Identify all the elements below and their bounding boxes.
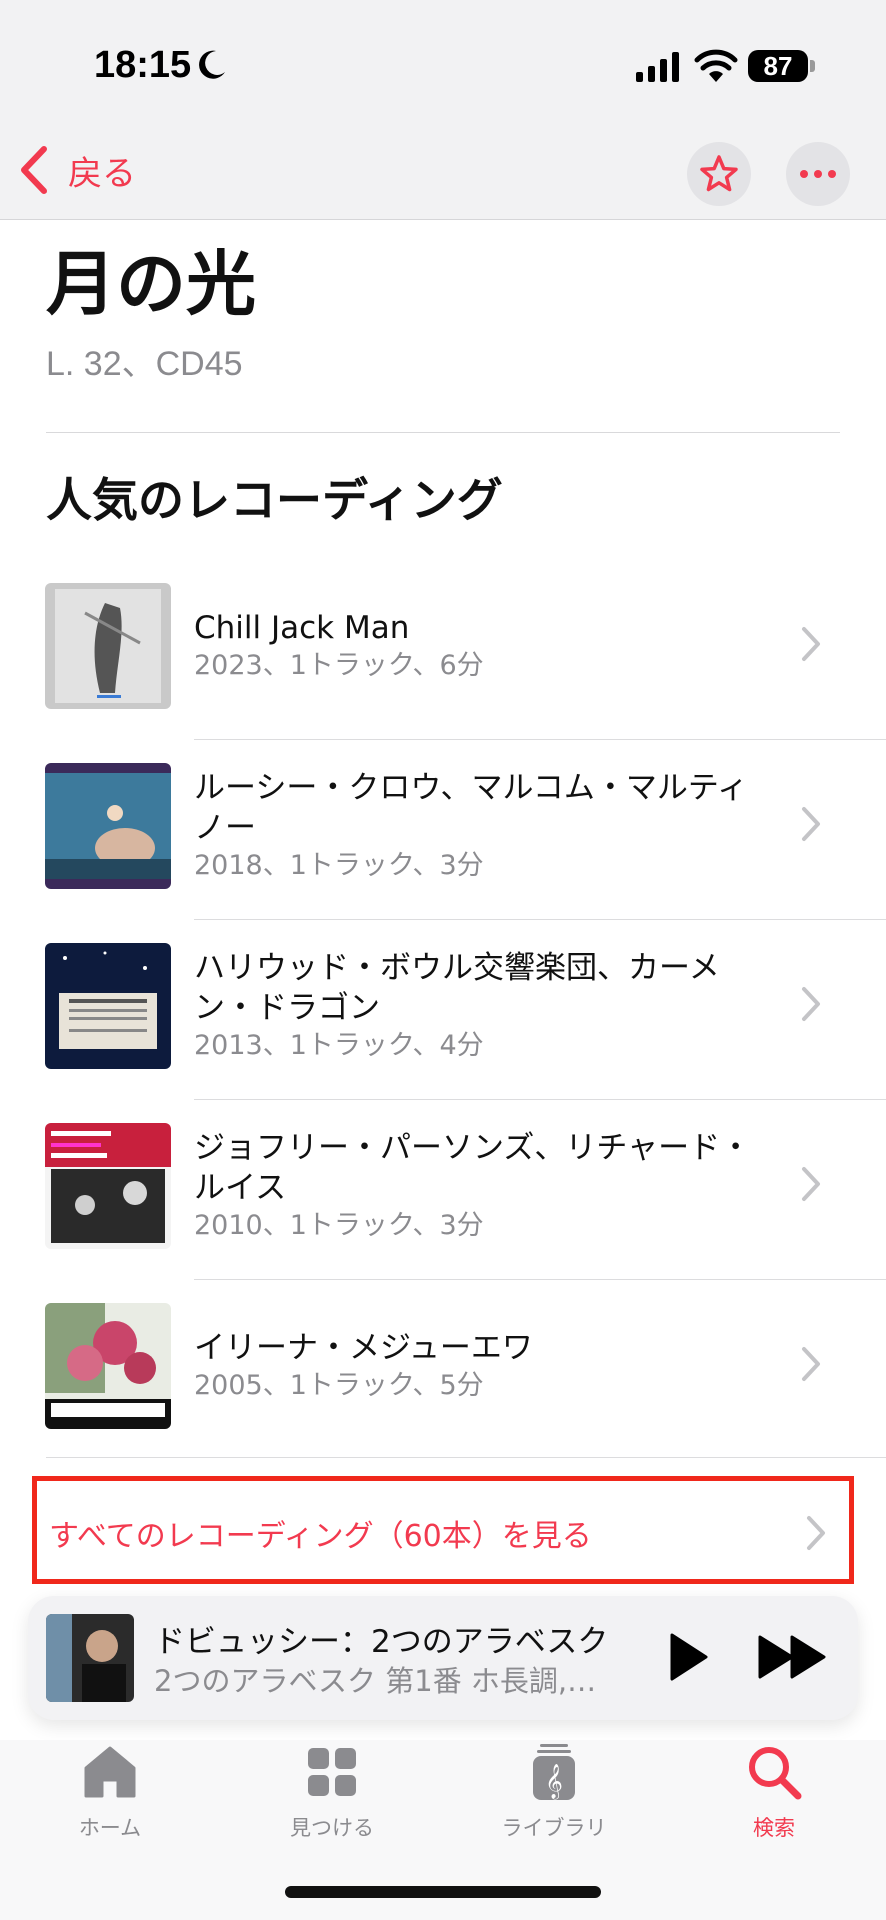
recording-meta: 2005、1トラック、5分: [194, 1370, 484, 1401]
back-label: 戻る: [68, 153, 136, 194]
play-icon[interactable]: [668, 1632, 710, 1682]
now-playing-artwork: [46, 1614, 134, 1702]
catalog-number: L. 32、CD45: [46, 345, 243, 383]
ellipsis-icon: [800, 170, 836, 178]
favorite-button[interactable]: [687, 142, 751, 206]
battery-indicator: 87: [748, 50, 808, 82]
recording-artist: ジョフリー・パーソンズ、リチャード・ルイス: [194, 1130, 752, 1206]
album-art: [45, 763, 171, 889]
album-art: [45, 943, 171, 1069]
cellular-signal-icon: [636, 52, 679, 82]
tab-label: 見つける: [290, 1816, 374, 1840]
recording-row[interactable]: ジョフリー・パーソンズ、リチャード・ルイス 2010、1トラック、3分: [0, 1100, 886, 1280]
tab-search[interactable]: 検索: [694, 1742, 854, 1852]
home-icon: [84, 1746, 136, 1798]
recording-row[interactable]: イリーナ・メジューエワ 2005、1トラック、5分: [0, 1280, 886, 1460]
see-all-recordings-button[interactable]: すべてのレコーディング（60本）を見る: [32, 1476, 854, 1584]
battery-nub: [810, 60, 815, 72]
recording-row[interactable]: Chill Jack Man 2023、1トラック、6分: [0, 560, 886, 740]
fast-forward-icon[interactable]: [758, 1634, 828, 1680]
navigation-bar: 戻る: [0, 120, 886, 220]
recording-artist: ルーシー・クロウ、マルコム・マルティノー: [194, 770, 748, 846]
moon-icon: [199, 50, 225, 79]
now-playing-title: ドビュッシー：2つのアラベスク: [154, 1624, 609, 1660]
battery-level: 87: [763, 50, 793, 81]
divider: [46, 1457, 886, 1458]
recording-meta: 2013、1トラック、4分: [194, 1030, 484, 1061]
recording-meta: 2010、1トラック、3分: [194, 1210, 484, 1241]
grid-icon: [308, 1748, 356, 1796]
library-icon: 𝄞: [533, 1744, 575, 1800]
wifi-icon: [694, 49, 738, 82]
chevron-right-icon: [802, 627, 820, 661]
chevron-right-icon: [802, 1167, 820, 1201]
recording-meta: 2018、1トラック、3分: [194, 850, 484, 881]
tab-label: ライブラリ: [501, 1816, 607, 1840]
status-time: 18:15: [94, 44, 192, 86]
chevron-left-icon: [21, 146, 47, 194]
tab-home[interactable]: ホーム: [30, 1742, 190, 1852]
recording-artist: ハリウッド・ボウル交響楽団、カーメン・ドラゴン: [194, 950, 720, 1026]
chevron-right-icon: [807, 1516, 825, 1550]
back-button[interactable]: 戻る: [16, 142, 136, 198]
now-playing-subtitle: 2つのアラベスク 第1番 ホ長調,…: [154, 1664, 597, 1698]
chevron-right-icon: [802, 1347, 820, 1381]
tab-browse[interactable]: 見つける: [252, 1742, 412, 1852]
mini-player[interactable]: ドビュッシー：2つのアラベスク 2つのアラベスク 第1番 ホ長調,…: [28, 1596, 858, 1720]
chevron-right-icon: [802, 987, 820, 1021]
tab-label: 検索: [753, 1816, 795, 1840]
search-icon: [749, 1747, 802, 1800]
album-art: [45, 583, 171, 709]
chevron-right-icon: [802, 807, 820, 841]
home-indicator: [285, 1886, 601, 1898]
recording-row[interactable]: ルーシー・クロウ、マルコム・マルティノー 2018、1トラック、3分: [0, 740, 886, 920]
star-icon: [700, 155, 738, 192]
tab-library[interactable]: 𝄞 ライブラリ: [474, 1742, 634, 1852]
recording-row[interactable]: ハリウッド・ボウル交響楽団、カーメン・ドラゴン 2013、1トラック、4分: [0, 920, 886, 1100]
recording-meta: 2023、1トラック、6分: [194, 650, 484, 681]
recording-artist: イリーナ・メジューエワ: [194, 1330, 533, 1366]
status-bar: 18:15 87: [0, 0, 886, 120]
divider: [46, 432, 840, 433]
see-all-label: すべてのレコーディング（60本）を見る: [49, 1519, 592, 1554]
page-title: 月の光: [46, 242, 256, 325]
more-button[interactable]: [786, 142, 850, 206]
recording-artist: Chill Jack Man: [194, 610, 410, 646]
album-art: [45, 1303, 171, 1429]
tab-label: ホーム: [78, 1816, 142, 1840]
section-heading: 人気のレコーディング: [46, 473, 503, 527]
svg-text:𝄞: 𝄞: [545, 1764, 563, 1800]
album-art: [45, 1123, 171, 1249]
